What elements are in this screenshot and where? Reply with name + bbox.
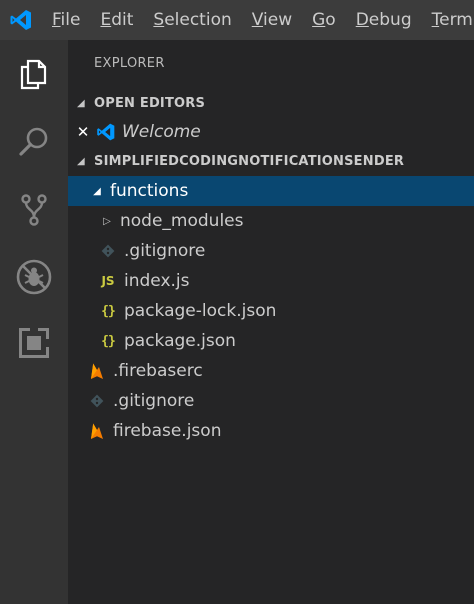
vscode-logo-icon [9,6,33,34]
tree-item-node-modules[interactable]: ▷ node_modules [68,206,474,236]
tree-item-label: package.json [124,331,236,351]
title-bar: File Edit Selection View Go Debug Termi [0,0,474,40]
menu-file-label: ile [60,10,81,30]
extensions-icon[interactable] [0,313,68,373]
tree-item-firebase-json[interactable]: firebase.json [68,416,474,446]
git-icon [98,241,118,261]
menu-file-mnemonic: F [52,10,61,30]
explorer-icon[interactable] [0,44,68,104]
menu-terminal-label: ermi [439,10,474,30]
search-icon[interactable] [0,112,68,172]
menu-bar: File Edit Selection View Go Debug Termi [42,0,474,40]
menu-selection[interactable]: Selection [143,0,241,40]
tree-item-gitignore[interactable]: .gitignore [68,236,474,266]
menu-edit[interactable]: Edit [90,0,143,40]
menu-go[interactable]: Go [302,0,346,40]
project-header[interactable]: ◢ SIMPLIFIEDCODINGNOTIFICATIONSENDER [68,147,474,175]
vscode-icon [96,122,116,142]
menu-debug-label: ebug [368,10,412,30]
debug-icon[interactable] [0,247,68,307]
menu-debug[interactable]: Debug [346,0,422,40]
explorer-panel: EXPLORER ◢ OPEN EDITORS ✕ Welcome ◢ SIMP… [68,40,474,604]
tree-item-label: firebase.json [113,421,222,441]
firebase-icon [87,421,107,441]
menu-edit-mnemonic: E [100,10,112,30]
menu-selection-label: election [164,10,232,30]
tree-item-label: .gitignore [113,391,195,411]
chevron-right-icon: ▷ [103,215,111,227]
js-icon: JS [101,274,115,288]
git-icon [87,391,107,411]
close-icon[interactable]: ✕ [70,123,96,141]
tree-item-package-lock-json[interactable]: {} package-lock.json [68,296,474,326]
tree-item-package-json[interactable]: {} package.json [68,326,474,356]
json-icon: {} [101,303,116,319]
tree-item-gitignore-root[interactable]: .gitignore [68,386,474,416]
menu-terminal[interactable]: Termi [422,0,474,40]
chevron-down-icon: ◢ [77,97,85,109]
open-editors-title: OPEN EDITORS [94,95,206,111]
chevron-down-icon: ◢ [77,155,85,167]
tree-item-index-js[interactable]: JS index.js [68,266,474,296]
tree-item-firebaserc[interactable]: .firebaserc [68,356,474,386]
menu-edit-label: dit [111,10,134,30]
menu-view[interactable]: View [242,0,302,40]
tree-item-label: index.js [124,271,190,291]
firebase-icon [87,361,107,381]
vscode-window: File Edit Selection View Go Debug Termi [0,0,474,604]
menu-debug-mnemonic: D [355,10,369,30]
tree-item-label: .gitignore [124,241,206,261]
chevron-down-icon: ◢ [93,185,101,197]
open-editor-label: Welcome [122,122,201,142]
json-icon: {} [101,333,116,349]
source-control-icon[interactable] [0,180,68,240]
menu-selection-mnemonic: S [153,10,165,30]
menu-go-label: o [325,10,336,30]
tree-item-label: .firebaserc [113,361,203,381]
menu-terminal-mnemonic: T [431,10,440,30]
project-title: SIMPLIFIEDCODINGNOTIFICATIONSENDER [94,153,405,169]
menu-go-mnemonic: G [312,10,326,30]
tree-item-functions[interactable]: ◢ functions [68,176,474,206]
open-editors-header[interactable]: ◢ OPEN EDITORS [68,89,474,117]
menu-view-label: iew [263,10,293,30]
open-editor-welcome[interactable]: ✕ Welcome [68,117,474,147]
tree-item-label: node_modules [120,211,244,231]
activity-bar [0,40,68,604]
explorer-title: EXPLORER [94,56,165,71]
menu-view-mnemonic: V [251,10,264,30]
tree-item-label: package-lock.json [124,301,277,321]
tree-item-label: functions [110,181,189,201]
menu-file[interactable]: File [42,0,90,40]
